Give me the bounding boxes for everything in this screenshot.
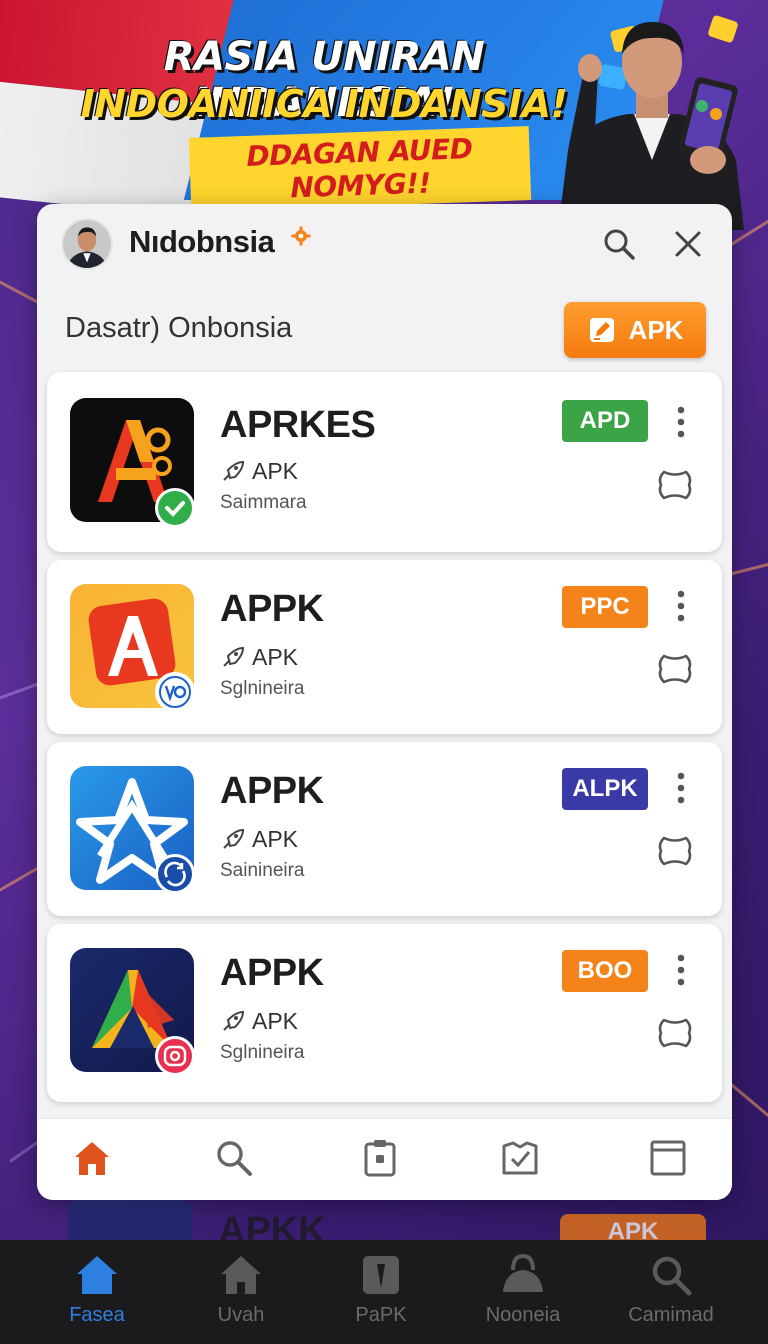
more-options-icon[interactable] bbox=[671, 588, 691, 624]
panel-header: Nıdobnsia bbox=[37, 204, 732, 284]
shield-icon[interactable] bbox=[656, 1016, 694, 1050]
app-type-label: APK bbox=[252, 644, 299, 670]
brand-title: Nıdobnsia bbox=[129, 224, 275, 259]
app-type-label: APK bbox=[252, 1008, 299, 1034]
rocket-icon bbox=[223, 460, 245, 481]
home-icon[interactable] bbox=[71, 1137, 113, 1179]
search-icon[interactable] bbox=[599, 224, 639, 264]
bottom-navigation: Fasea Uvah PaPK Nooneia Camimad bbox=[0, 1240, 768, 1344]
search-icon bbox=[652, 1256, 692, 1296]
app-tag-badge: ALPK bbox=[562, 768, 648, 810]
more-options-icon[interactable] bbox=[671, 952, 691, 988]
app-type: APK bbox=[220, 1008, 298, 1035]
app-developer: Sainineira bbox=[220, 860, 305, 881]
app-developer: Sglnineira bbox=[220, 678, 305, 699]
nav-item-store[interactable]: Uvah bbox=[176, 1252, 306, 1327]
nav-item-bag[interactable]: Nooneia bbox=[458, 1252, 588, 1327]
app-name: APPK bbox=[220, 770, 324, 812]
background-card-peek: APKK APK bbox=[68, 1200, 728, 1240]
refresh-badge-icon bbox=[155, 854, 195, 894]
clipboard-icon[interactable] bbox=[359, 1137, 401, 1179]
app-type: APK bbox=[220, 826, 298, 853]
house-icon bbox=[221, 1256, 261, 1294]
app-type: APK bbox=[220, 644, 298, 671]
nav-item-label: Fasea bbox=[69, 1304, 125, 1326]
verified-badge-icon bbox=[155, 488, 195, 528]
app-card[interactable]: APPK APK Sglnineira PPC bbox=[47, 560, 722, 734]
apk-button-label: APK bbox=[628, 314, 684, 345]
app-name: APPK bbox=[220, 588, 324, 630]
nav-item-label: PaPK bbox=[355, 1304, 407, 1326]
peek-app-name: APKK bbox=[218, 1210, 326, 1240]
app-type: APK bbox=[220, 458, 298, 485]
home-icon bbox=[77, 1256, 117, 1294]
app-type-label: APK bbox=[252, 826, 299, 852]
nav-item-home[interactable]: Fasea bbox=[32, 1252, 162, 1327]
app-logo-icon bbox=[68, 1200, 192, 1240]
app-card[interactable]: APPK APK Sglnineira BOO bbox=[47, 924, 722, 1102]
close-icon[interactable] bbox=[668, 224, 708, 264]
app-developer: Sglnineira bbox=[220, 1042, 305, 1063]
avatar[interactable] bbox=[61, 218, 113, 270]
spokesperson-image bbox=[558, 22, 744, 230]
shield-icon[interactable] bbox=[656, 652, 694, 686]
search-icon[interactable] bbox=[213, 1137, 255, 1179]
more-options-icon[interactable] bbox=[671, 770, 691, 806]
rocket-icon bbox=[223, 646, 245, 667]
app-card[interactable]: APPK APK Sainineira ALPK bbox=[47, 742, 722, 916]
app-type-label: APK bbox=[252, 458, 299, 484]
app-name: APPK bbox=[220, 952, 324, 994]
more-options-icon[interactable] bbox=[671, 404, 691, 440]
app-developer: Saimmara bbox=[220, 492, 307, 513]
nav-item-label: Nooneia bbox=[485, 1304, 561, 1326]
nav-item-label: Camimad bbox=[628, 1304, 714, 1326]
rocket-icon bbox=[223, 828, 245, 849]
gear-icon bbox=[291, 226, 311, 246]
edit-icon bbox=[589, 318, 614, 342]
section-title: Dasatr) Onbonsia bbox=[65, 312, 293, 344]
nav-item-label: Uvah bbox=[217, 1304, 265, 1326]
shield-icon[interactable] bbox=[656, 834, 694, 868]
app-tag-badge: BOO bbox=[562, 950, 648, 992]
nav-item-search[interactable]: Camimad bbox=[606, 1252, 736, 1327]
apk-button[interactable]: APK bbox=[564, 302, 706, 358]
app-tag-badge: APD bbox=[562, 400, 648, 442]
camera-badge-icon bbox=[155, 1036, 195, 1076]
vo-badge-icon bbox=[155, 672, 195, 712]
panel-tab-bar bbox=[37, 1118, 732, 1200]
window-icon[interactable] bbox=[647, 1137, 689, 1179]
checklist-icon[interactable] bbox=[499, 1137, 541, 1179]
banner-subheadline: INDOANIICA INDANSIA! bbox=[80, 82, 568, 126]
app-name: APRKES bbox=[220, 404, 376, 446]
app-card[interactable]: APRKES APK Saimmara APD bbox=[47, 372, 722, 552]
rocket-icon bbox=[223, 1010, 245, 1031]
peek-apk-button: APK bbox=[560, 1214, 706, 1240]
document-icon bbox=[363, 1256, 399, 1294]
shield-icon[interactable] bbox=[656, 468, 694, 502]
app-store-panel: Nıdobnsia Dasatr) Onbonsia APK APRKES AP… bbox=[37, 204, 732, 1200]
nav-item-apk[interactable]: PaPK bbox=[316, 1252, 446, 1327]
banner-tagline: DDAGAN AUED NOMYG!! bbox=[188, 126, 532, 212]
bag-icon bbox=[503, 1253, 543, 1292]
app-tag-badge: PPC bbox=[562, 586, 648, 628]
